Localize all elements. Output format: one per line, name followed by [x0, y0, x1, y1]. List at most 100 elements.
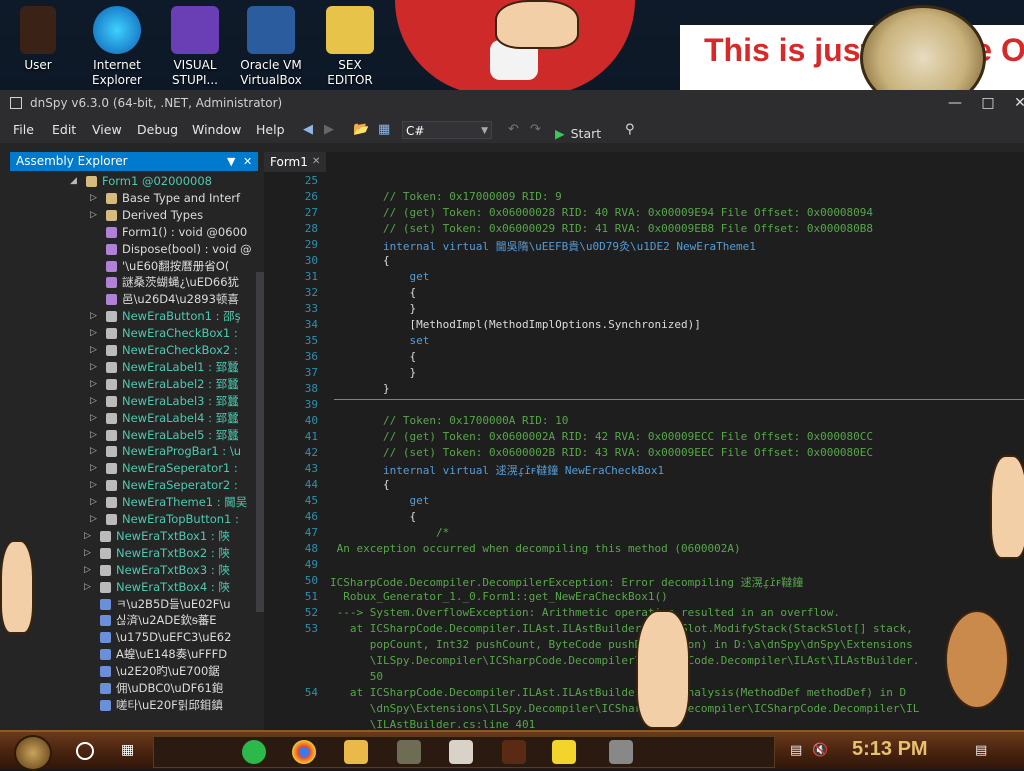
code-line[interactable]: \dnSpy\Extensions\ILSpy.Decompiler\ICSha…: [330, 702, 920, 715]
desktop-icon-internet-explorer[interactable]: Internet Explorer: [82, 6, 152, 88]
expand-chevron-icon[interactable]: ▷: [90, 342, 97, 359]
expand-chevron-icon[interactable]: ▷: [90, 410, 97, 427]
code-line[interactable]: 50: [330, 670, 383, 683]
tree-item[interactable]: 싢済\u2ADE欽ᵴ蕃E: [10, 612, 258, 629]
code-line[interactable]: internal virtual 閫吳隋\uEEFB貴\u0D79灸\u1DE2…: [330, 238, 756, 254]
tree-item[interactable]: ▷ NewEraLabel2 : 郅蠶: [10, 376, 258, 393]
code-line[interactable]: // Token: 0x1700000A RID: 10: [330, 414, 568, 427]
code-line[interactable]: // (get) Token: 0x06000028 RID: 40 RVA: …: [330, 206, 873, 219]
tree-item[interactable]: ▷ NewEraCheckBox1 :: [10, 325, 258, 342]
code-line[interactable]: An exception occurred when decompiling t…: [330, 542, 741, 555]
close-icon[interactable]: ✕: [243, 152, 252, 171]
expand-chevron-icon[interactable]: ◢: [70, 173, 77, 190]
search-icon[interactable]: ⚲: [625, 122, 635, 137]
tree-item[interactable]: ▷ NewEraLabel1 : 郅蠶: [10, 359, 258, 376]
code-line[interactable]: {: [330, 510, 416, 523]
code-line[interactable]: [MethodImpl(MethodImplOptions.Synchroniz…: [330, 318, 700, 331]
tree-item[interactable]: \u175D\uEFC3\uE62: [10, 629, 258, 646]
tree-item[interactable]: ◢ Form1 @02000008: [10, 173, 258, 190]
code-line[interactable]: popCount, Int32 pushCount, ByteCode push…: [330, 638, 913, 651]
tree-item[interactable]: ▷ NewEraTxtBox3 : 陝: [10, 562, 258, 579]
start-button[interactable]: [14, 735, 52, 771]
code-line[interactable]: \ILAstBuilder.cs:line 401: [330, 718, 536, 730]
taskbar-clock[interactable]: 5:13 PM: [852, 738, 928, 761]
code-line[interactable]: // (set) Token: 0x06000029 RID: 41 RVA: …: [330, 222, 873, 235]
code-line[interactable]: {: [330, 350, 416, 363]
expand-chevron-icon[interactable]: ▷: [90, 443, 97, 460]
save-all-icon[interactable]: ▦: [378, 122, 390, 137]
close-icon[interactable]: ✕: [312, 152, 320, 172]
desktop-icon-virtualbox[interactable]: Oracle VM VirtualBox: [236, 6, 306, 88]
chat-app-icon[interactable]: [242, 740, 266, 764]
code-line[interactable]: }: [330, 382, 390, 395]
code-line[interactable]: }: [330, 302, 416, 315]
tree-item[interactable]: ㅋ\u2B5D들\uE02F\u: [10, 596, 258, 613]
code-line[interactable]: // (get) Token: 0x0600002A RID: 42 RVA: …: [330, 430, 873, 443]
tree-item[interactable]: ▷ NewEraLabel5 : 郅蠶: [10, 427, 258, 444]
tree-item[interactable]: Form1() : void @0600: [10, 224, 258, 241]
file-explorer-icon[interactable]: [344, 740, 368, 764]
code-line[interactable]: \ILSpy.Decompiler\ICSharpCode.Decompiler…: [330, 654, 920, 667]
app-icon[interactable]: [609, 740, 633, 764]
forward-icon[interactable]: ▶: [324, 122, 334, 137]
minimize-button[interactable]: —: [940, 92, 970, 114]
expand-chevron-icon[interactable]: ▷: [90, 494, 97, 511]
code-line[interactable]: at ICSharpCode.Decompiler.ILAst.ILAstBui…: [330, 622, 913, 635]
assembly-tree[interactable]: ◢ Form1 @02000008 ▷ Base Type and Interf ▷ De…: [10, 173, 258, 730]
expand-chevron-icon[interactable]: ▷: [90, 207, 97, 224]
redo-icon[interactable]: ↷: [530, 122, 541, 137]
maximize-button[interactable]: □: [973, 92, 1003, 114]
app-icon[interactable]: [449, 740, 473, 764]
menu-debug[interactable]: Debug: [137, 122, 178, 137]
tree-item[interactable]: ▷ NewEraSeperator1 :: [10, 460, 258, 477]
tree-item[interactable]: ▷ NewEraButton1 : 邵ş: [10, 308, 258, 325]
desktop-icon-user[interactable]: User: [3, 6, 73, 73]
network-icon[interactable]: ▤: [790, 743, 802, 758]
title-bar[interactable]: dnSpy v6.3.0 (64-bit, .NET, Administrato…: [0, 90, 1024, 117]
notifications-icon[interactable]: ▤: [975, 743, 987, 758]
tree-item[interactable]: ▷ Derived Types: [10, 207, 258, 224]
menu-window[interactable]: Window: [192, 122, 241, 137]
tree-item[interactable]: 謎桑茨蝴蝇¿\uED66犹: [10, 274, 258, 291]
code-line[interactable]: }: [330, 366, 416, 379]
panel-dropdown-icon[interactable]: ▼: [227, 152, 235, 171]
tree-item[interactable]: Dispose(bool) : void @: [10, 241, 258, 258]
language-select[interactable]: C# ▼: [402, 121, 492, 139]
undo-icon[interactable]: ↶: [508, 122, 519, 137]
expand-chevron-icon[interactable]: ▷: [90, 511, 97, 528]
expand-chevron-icon[interactable]: ▷: [90, 460, 97, 477]
expand-chevron-icon[interactable]: ▷: [84, 545, 91, 562]
close-button[interactable]: ✕: [1005, 92, 1024, 114]
code-line[interactable]: ---> System.OverflowException: Arithmeti…: [330, 606, 840, 619]
code-line[interactable]: {: [330, 254, 390, 267]
tree-item[interactable]: ▷ NewEraCheckBox2 :: [10, 342, 258, 359]
tree-item[interactable]: 嗟타\uE20F릵邱鉬鎮: [10, 697, 258, 714]
expand-chevron-icon[interactable]: ▷: [84, 528, 91, 545]
menu-edit[interactable]: Edit: [52, 122, 76, 137]
tree-item[interactable]: ▷ NewEraLabel4 : 郅蠶: [10, 410, 258, 427]
scrollbar[interactable]: [256, 272, 264, 612]
code-line[interactable]: ICSharpCode.Decompiler.DecompilerExcepti…: [330, 574, 803, 590]
code-line[interactable]: Robux_Generator_1._0.Form1::get_NewEraCh…: [330, 590, 668, 603]
sticky-notes-icon[interactable]: [552, 740, 576, 764]
code-line[interactable]: {: [330, 286, 416, 299]
tree-item[interactable]: \u2E20旳\uE700鋸: [10, 663, 258, 680]
expand-chevron-icon[interactable]: ▷: [90, 376, 97, 393]
tree-item[interactable]: '\uE60翻按曆册省O(: [10, 258, 258, 275]
app-icon[interactable]: [502, 740, 526, 764]
tree-item[interactable]: ▷ NewEraTxtBox4 : 陝: [10, 579, 258, 596]
code-line[interactable]: // Token: 0x17000009 RID: 9: [330, 190, 562, 203]
tree-item[interactable]: A蝗\uE148奏\uFFFD: [10, 646, 258, 663]
code-line[interactable]: {: [330, 478, 390, 491]
tree-item[interactable]: ▷ NewEraProgBar1 : \u: [10, 443, 258, 460]
code-line[interactable]: get: [330, 270, 429, 283]
code-line[interactable]: get: [330, 494, 429, 507]
expand-chevron-icon[interactable]: ▷: [90, 427, 97, 444]
expand-chevron-icon[interactable]: ▷: [90, 359, 97, 376]
tree-item[interactable]: ▷ Base Type and Interf: [10, 190, 258, 207]
code-line[interactable]: /*: [330, 526, 449, 539]
desktop-icon-visual-studio[interactable]: VISUAL STUPI...: [160, 6, 230, 88]
desktop-icon-hex-editor[interactable]: SEX EDITOR: [315, 6, 385, 88]
start-debug-button[interactable]: ▶ Start: [555, 126, 601, 141]
volume-muted-icon[interactable]: 🔇: [812, 743, 828, 758]
